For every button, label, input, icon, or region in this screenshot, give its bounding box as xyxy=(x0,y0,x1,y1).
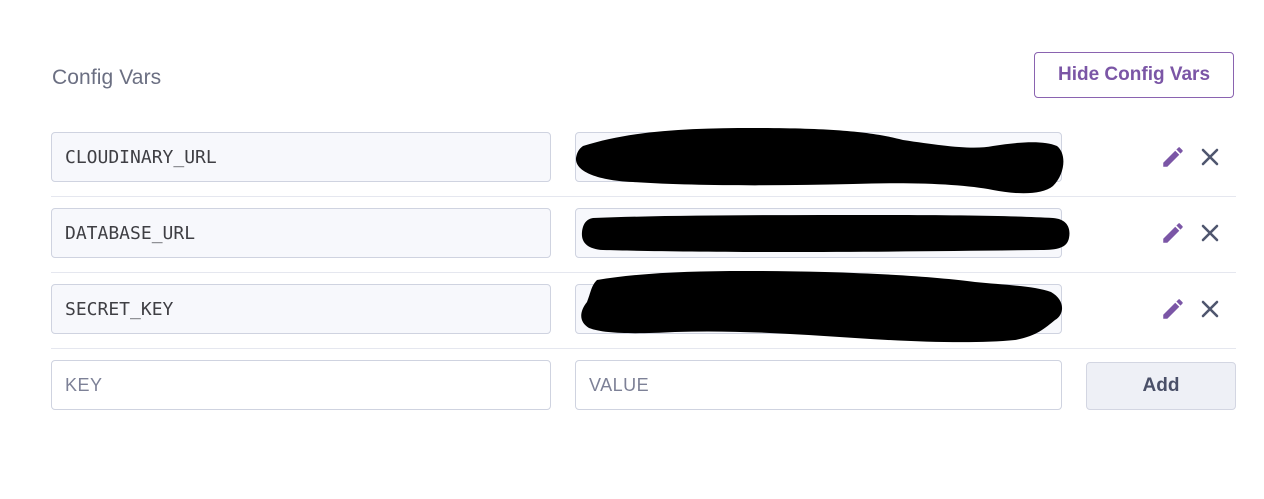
config-var-key-text: CLOUDINARY_URL xyxy=(65,146,217,168)
config-var-value-field[interactable] xyxy=(575,132,1062,182)
config-var-actions xyxy=(1159,132,1239,182)
close-icon[interactable] xyxy=(1198,145,1222,169)
hide-config-vars-button[interactable]: Hide Config Vars xyxy=(1034,52,1234,98)
config-var-key-field[interactable]: DATABASE_URL xyxy=(51,208,551,258)
pencil-icon[interactable] xyxy=(1159,143,1187,171)
new-key-input[interactable] xyxy=(51,360,551,410)
pencil-icon[interactable] xyxy=(1159,295,1187,323)
config-var-actions xyxy=(1159,208,1239,258)
config-var-value-field[interactable] xyxy=(575,208,1062,258)
config-var-row: CLOUDINARY_URL xyxy=(51,120,1236,197)
section-title: Config Vars xyxy=(52,66,162,89)
config-var-key-field[interactable]: CLOUDINARY_URL xyxy=(51,132,551,182)
close-icon[interactable] xyxy=(1198,221,1222,245)
config-var-row: SECRET_KEY xyxy=(51,270,1239,349)
config-var-key-field[interactable]: SECRET_KEY xyxy=(51,284,551,334)
new-value-input[interactable] xyxy=(575,360,1062,410)
config-var-row: DATABASE_URL xyxy=(51,196,1236,273)
config-var-actions xyxy=(1159,284,1239,334)
config-vars-panel: Config Vars Hide Config Vars CLOUDINARY_… xyxy=(0,0,1264,499)
close-icon[interactable] xyxy=(1198,297,1222,321)
config-var-key-text: SECRET_KEY xyxy=(65,298,174,320)
config-var-key-text: DATABASE_URL xyxy=(65,222,196,244)
config-var-value-field[interactable] xyxy=(575,284,1062,334)
add-button[interactable]: Add xyxy=(1086,362,1236,410)
pencil-icon[interactable] xyxy=(1159,219,1187,247)
